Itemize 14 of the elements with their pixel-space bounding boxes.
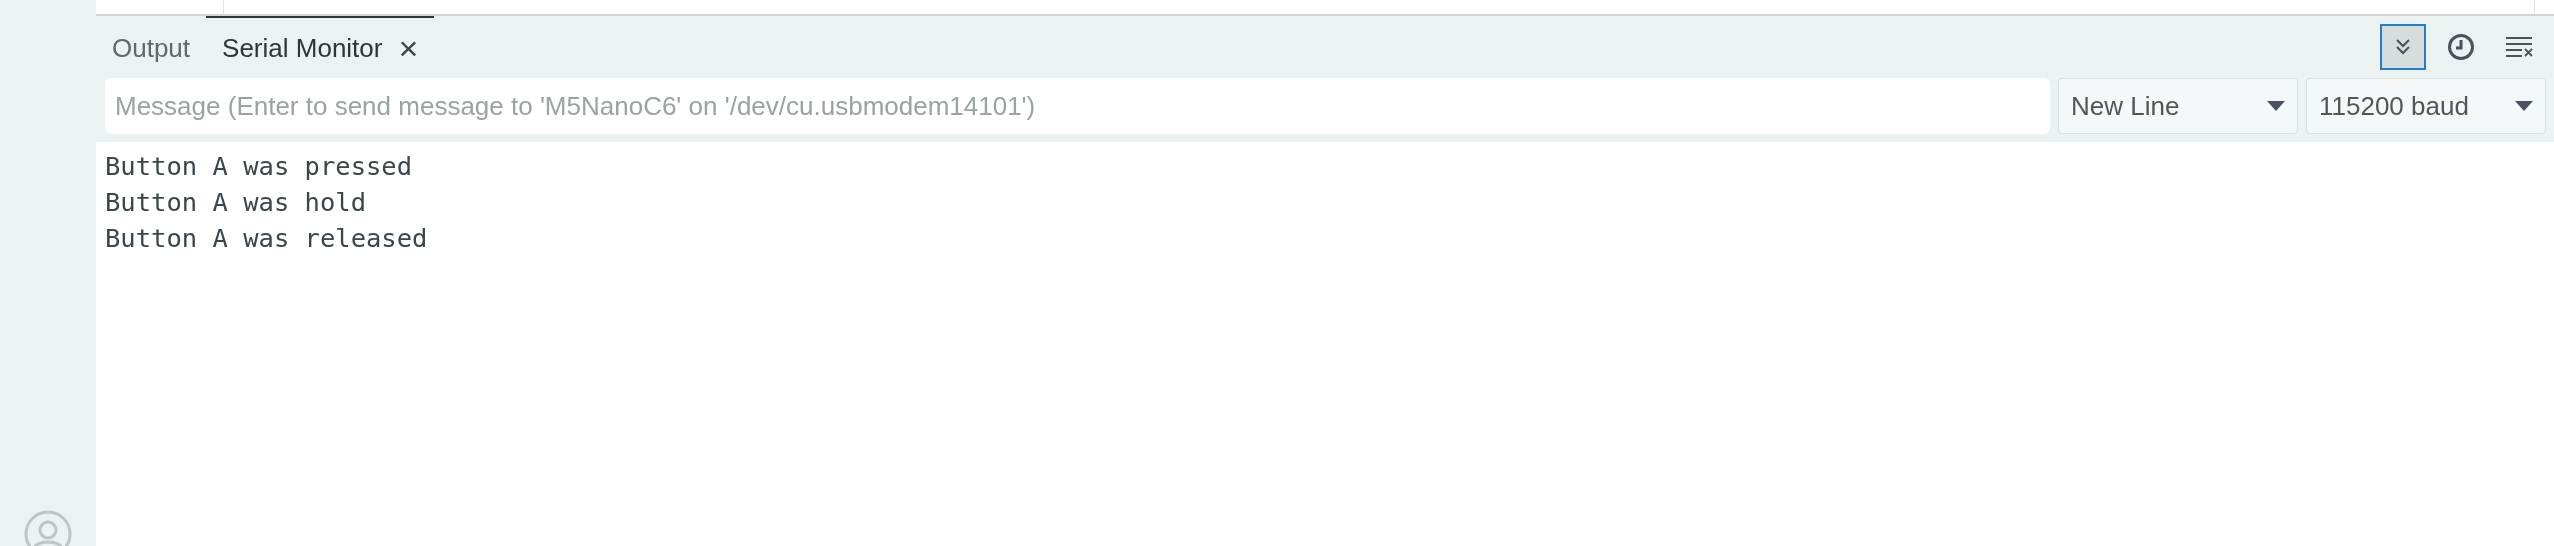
output-line: Button A was hold [105,186,367,219]
clear-lines-icon [2505,35,2533,59]
baud-rate-dropdown[interactable]: 115200 baud [2306,78,2546,134]
close-button[interactable]: × [398,31,419,65]
output-line: Button A was released [105,222,429,255]
toolbar-button[interactable] [2380,24,2426,70]
output-line: Button A was pressed [105,150,414,183]
message-field[interactable]: Message (Enter to send message to 'M5NanoC6' on '/dev/cu.usbmodem14101') [105,78,2050,134]
clock-icon [2447,33,2475,61]
account-icon [24,510,72,546]
caret-down-icon [2267,100,2285,112]
line-ending-dropdown[interactable]: New Line [2058,78,2298,134]
panel-tab[interactable]: Output [96,16,207,78]
caret-down-icon [2515,100,2533,112]
